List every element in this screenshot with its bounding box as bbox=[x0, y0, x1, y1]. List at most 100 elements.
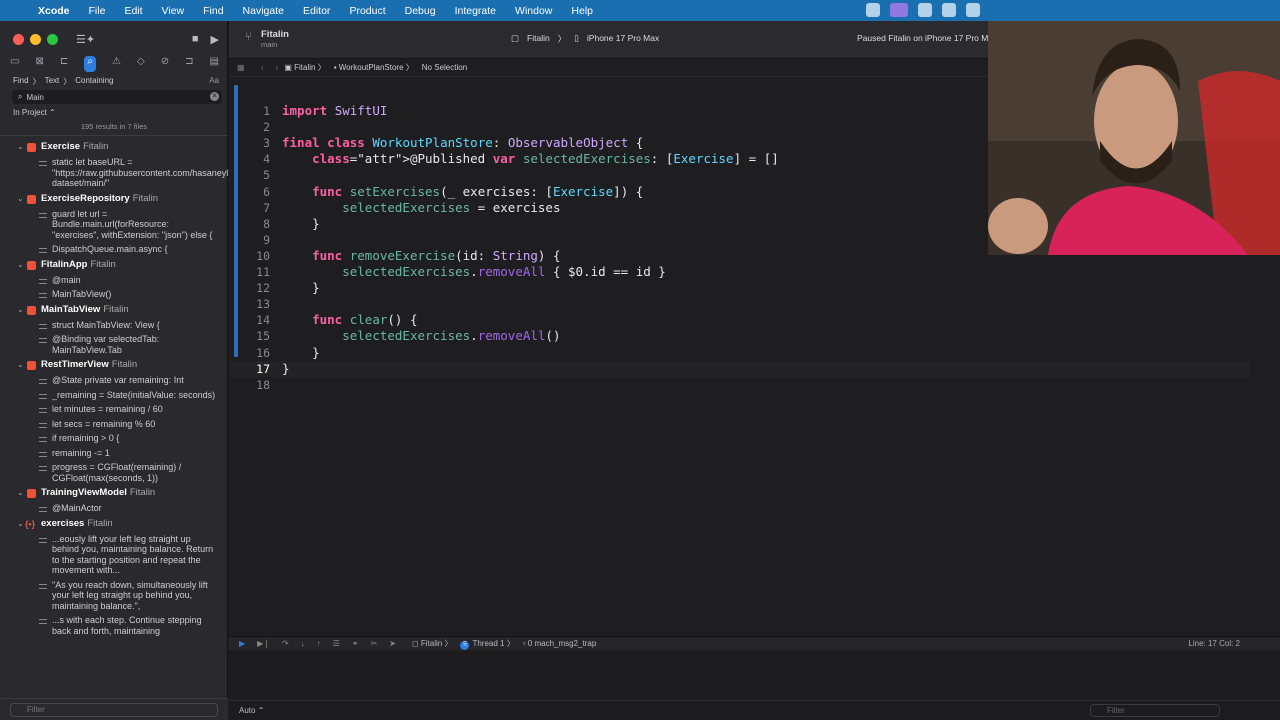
line-number[interactable]: 2 bbox=[229, 119, 270, 135]
find-search-input[interactable]: ⌕ Main ✕ bbox=[12, 90, 222, 104]
result-file[interactable]: ⌄ TrainingViewModel Fitalin bbox=[0, 485, 228, 501]
result-match[interactable]: guard let url = Bundle.main.url(forResou… bbox=[0, 207, 228, 243]
menu-debug[interactable]: Debug bbox=[405, 5, 436, 17]
line-number[interactable]: 10 bbox=[229, 248, 270, 264]
result-match[interactable]: "As you reach down, simultaneously lift … bbox=[0, 578, 228, 614]
code-line[interactable]: 11 selectedExercises.removeAll { $0.id =… bbox=[229, 264, 1249, 280]
line-number[interactable]: 16 bbox=[229, 345, 270, 361]
sidebar-toggle-icon[interactable]: ☰ bbox=[76, 33, 86, 46]
result-match[interactable]: let secs = remaining % 60 bbox=[0, 417, 228, 432]
tab-find-navigator-icon[interactable]: ⌕ bbox=[84, 56, 96, 72]
tab-source-control-icon[interactable]: ⊠ bbox=[35, 56, 43, 72]
memory-graph-icon[interactable]: ⚭ bbox=[352, 639, 359, 648]
find-mode[interactable]: Text bbox=[45, 76, 60, 87]
tab-tests-icon[interactable]: ◇ bbox=[137, 56, 145, 72]
result-file[interactable]: ⌄ RestTimerView Fitalin bbox=[0, 357, 228, 373]
minimize-window-icon[interactable] bbox=[30, 34, 41, 45]
line-number[interactable]: 13 bbox=[229, 296, 270, 312]
line-number[interactable]: 1 bbox=[229, 103, 270, 119]
result-match[interactable]: let minutes = remaining / 60 bbox=[0, 402, 228, 417]
result-match[interactable]: _remaining = State(initialValue: seconds… bbox=[0, 388, 228, 403]
result-match[interactable]: MainTabView() bbox=[0, 287, 228, 302]
disclosure-icon[interactable]: ⌄ bbox=[17, 139, 24, 155]
disclosure-icon[interactable]: ⌄ bbox=[17, 257, 24, 273]
console-filter-input[interactable]: Filter bbox=[1090, 704, 1220, 717]
status-n-icon[interactable] bbox=[966, 3, 980, 17]
project-title[interactable]: Fitalin bbox=[261, 29, 289, 40]
line-number[interactable]: 17 bbox=[229, 361, 270, 377]
code-line[interactable]: 17} bbox=[229, 360, 1249, 377]
debug-crumb-process[interactable]: ◻ Fitalin 〉 bbox=[412, 638, 452, 649]
result-match[interactable]: @main bbox=[0, 273, 228, 288]
result-match[interactable]: progress = CGFloat(remaining) / CGFloat(… bbox=[0, 460, 228, 485]
menu-app[interactable]: Xcode bbox=[38, 5, 70, 17]
result-match[interactable]: struct MainTabView: View { bbox=[0, 318, 228, 333]
sparkle-icon[interactable]: ✦ bbox=[86, 33, 95, 46]
result-file[interactable]: ⌄ FitalinApp Fitalin bbox=[0, 257, 228, 273]
device-name[interactable]: iPhone 17 Pro Max bbox=[587, 33, 659, 45]
continue-icon[interactable]: ▶❘ bbox=[257, 639, 270, 648]
crumb-selection[interactable]: No Selection bbox=[422, 63, 467, 72]
match-case-button[interactable]: Aa bbox=[209, 76, 219, 85]
result-file[interactable]: ⌄ Exercise Fitalin bbox=[0, 139, 228, 155]
line-number[interactable]: 14 bbox=[229, 312, 270, 328]
result-match[interactable]: static let baseURL = "https://raw.github… bbox=[0, 155, 228, 191]
find-label[interactable]: Find bbox=[13, 76, 29, 87]
line-number[interactable]: 6 bbox=[229, 184, 270, 200]
line-number[interactable]: 18 bbox=[229, 377, 270, 393]
result-match[interactable]: @MainActor bbox=[0, 501, 228, 516]
menu-edit[interactable]: Edit bbox=[124, 5, 142, 17]
run-icon[interactable]: ▶ bbox=[211, 33, 219, 46]
zoom-window-icon[interactable] bbox=[47, 34, 58, 45]
menu-navigate[interactable]: Navigate bbox=[243, 5, 284, 17]
toggle-breakpoints-icon[interactable]: ▶ bbox=[239, 639, 245, 648]
step-over-icon[interactable]: ↷ bbox=[282, 639, 289, 648]
line-number[interactable]: 3 bbox=[229, 135, 270, 151]
menu-product[interactable]: Product bbox=[349, 5, 385, 17]
disclosure-icon[interactable]: ⌄ bbox=[17, 485, 24, 501]
result-match[interactable]: remaining -= 1 bbox=[0, 446, 228, 461]
related-items-icon[interactable]: ▦ bbox=[237, 63, 255, 72]
line-number[interactable]: 15 bbox=[229, 328, 270, 344]
result-match[interactable]: @State private var remaining: Int bbox=[0, 373, 228, 388]
sidebar-filter-input[interactable]: Filter bbox=[10, 703, 218, 717]
line-number[interactable]: 7 bbox=[229, 200, 270, 216]
result-match[interactable]: @Binding var selectedTab: MainTabView.Ta… bbox=[0, 332, 228, 357]
menu-find[interactable]: Find bbox=[203, 5, 223, 17]
find-match[interactable]: Containing bbox=[75, 76, 113, 87]
tab-bookmarks-icon[interactable]: ⊏ bbox=[60, 56, 68, 72]
stop-icon[interactable]: ■ bbox=[192, 33, 199, 45]
result-match[interactable]: ...eously lift your left leg straight up… bbox=[0, 532, 228, 578]
menu-help[interactable]: Help bbox=[571, 5, 593, 17]
tab-project-navigator-icon[interactable]: ▭ bbox=[10, 56, 19, 72]
forward-icon[interactable]: › bbox=[276, 63, 279, 72]
environment-icon[interactable]: ✂ bbox=[371, 639, 378, 648]
variables-scope-select[interactable]: Auto ⌃ bbox=[239, 706, 264, 715]
debug-crumb-thread[interactable]: ⠿ Thread 1 〉 bbox=[460, 638, 515, 650]
disclosure-icon[interactable]: ⌄ bbox=[17, 516, 24, 532]
status-recording-icon[interactable] bbox=[890, 3, 908, 17]
menu-editor[interactable]: Editor bbox=[303, 5, 330, 17]
code-line[interactable]: 12 } bbox=[229, 280, 1249, 296]
tab-issues-icon[interactable]: ⚠ bbox=[112, 56, 121, 72]
step-out-icon[interactable]: ↑ bbox=[317, 639, 321, 648]
menu-file[interactable]: File bbox=[89, 5, 106, 17]
crumb-project[interactable]: ▣ Fitalin 〉 bbox=[284, 62, 325, 73]
result-match[interactable]: ...s with each step. Continue stepping b… bbox=[0, 613, 228, 638]
scheme-name[interactable]: Fitalin bbox=[527, 33, 550, 45]
menu-integrate[interactable]: Integrate bbox=[455, 5, 496, 17]
code-line[interactable]: 14 func clear() { bbox=[229, 312, 1249, 328]
step-into-icon[interactable]: ↓ bbox=[301, 639, 305, 648]
line-number[interactable]: 12 bbox=[229, 280, 270, 296]
status-pen-icon[interactable] bbox=[918, 3, 932, 17]
disclosure-icon[interactable]: ⌄ bbox=[17, 191, 24, 207]
close-window-icon[interactable] bbox=[13, 34, 24, 45]
result-match[interactable]: DispatchQueue.main.async { bbox=[0, 242, 228, 257]
tab-debug-icon[interactable]: ⊘ bbox=[161, 56, 169, 72]
status-cloud-icon[interactable] bbox=[866, 3, 880, 17]
line-number[interactable]: 11 bbox=[229, 264, 270, 280]
result-match[interactable]: if remaining > 0 { bbox=[0, 431, 228, 446]
code-line[interactable]: 16 } bbox=[229, 345, 1249, 361]
back-icon[interactable]: ‹ bbox=[261, 63, 264, 72]
result-file[interactable]: ⌄ MainTabView Fitalin bbox=[0, 302, 228, 318]
